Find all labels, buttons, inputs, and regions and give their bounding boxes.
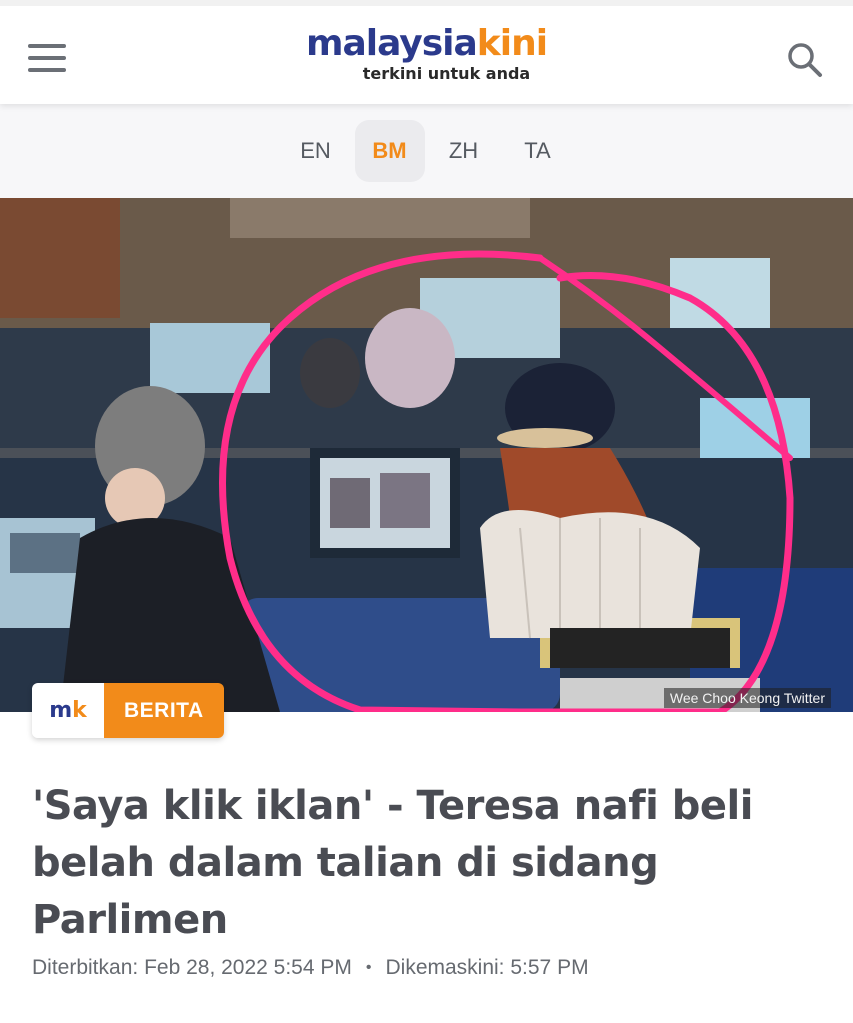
tab-lang-zh[interactable]: ZH	[429, 120, 499, 182]
language-selector: EN BM ZH TA	[0, 104, 853, 198]
site-tagline: terkini untuk anda	[362, 64, 531, 83]
article-meta: Diterbitkan: Feb 28, 2022 5:54 PM • Dike…	[32, 956, 589, 980]
updated-label: Dikemaskini:	[385, 956, 505, 979]
photo-credit: Wee Choo Keong Twitter	[663, 688, 831, 708]
site-logo[interactable]: malaysiakini terkini untuk anda	[0, 22, 853, 83]
hero-photo	[0, 198, 853, 712]
mk-logo-k: k	[72, 698, 87, 723]
updated-time: 5:57 PM	[510, 956, 589, 979]
top-header: malaysiakini terkini untuk anda	[0, 0, 853, 104]
category-badge: mk BERITA	[32, 683, 224, 738]
tab-lang-ta[interactable]: TA	[503, 120, 573, 182]
tab-lang-en[interactable]: EN	[281, 120, 351, 182]
article-hero-image[interactable]: Wee Choo Keong Twitter	[0, 198, 853, 712]
published-date: Feb 28, 2022 5:54 PM	[144, 956, 352, 979]
tab-lang-bm[interactable]: BM	[354, 120, 425, 182]
logo-text-malaysia: malaysia	[305, 23, 478, 64]
meta-separator: •	[365, 959, 372, 976]
search-icon[interactable]	[785, 40, 825, 80]
mk-logo-icon: mk	[32, 683, 104, 738]
published-label: Diterbitkan:	[32, 956, 139, 979]
logo-text-kini: kini	[476, 23, 548, 64]
category-berita-link[interactable]: BERITA	[104, 683, 224, 738]
mk-logo-m: m	[49, 698, 73, 723]
article-title: 'Saya klik iklan' - Teresa nafi beli bel…	[32, 783, 753, 943]
